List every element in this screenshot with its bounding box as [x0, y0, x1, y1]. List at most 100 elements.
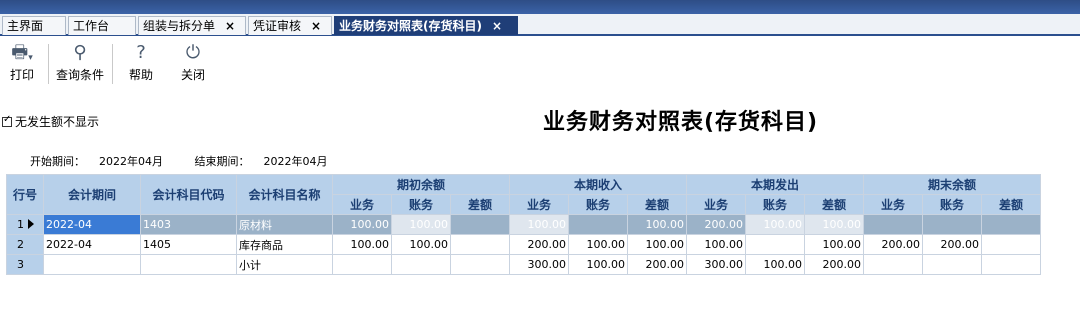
cell-value[interactable]: 200.00: [509, 234, 569, 255]
header-accounting: 账务: [922, 194, 982, 215]
close-button[interactable]: ⏻ 关闭: [170, 42, 216, 83]
end-period-label: 结束期间：: [194, 155, 250, 168]
query-label: 查询条件: [55, 68, 104, 82]
row-number: 2: [6, 234, 44, 255]
header-account-name: 会计科目名称: [236, 174, 333, 215]
cell-value[interactable]: 200.00: [686, 214, 746, 235]
cell-value[interactable]: [863, 214, 923, 235]
cell-value[interactable]: [863, 254, 923, 275]
tab-voucher-audit[interactable]: 凭证审核 ×: [248, 16, 332, 35]
table-row[interactable]: 3 小计 300.00 100.00 200.00 300.00 100.00 …: [6, 254, 1041, 275]
cell-value[interactable]: [981, 254, 1041, 275]
close-icon[interactable]: ×: [311, 19, 321, 33]
cell-account-name[interactable]: 小计: [236, 254, 333, 275]
tab-report[interactable]: 业务财务对照表(存货科目) ×: [334, 16, 518, 35]
search-icon: ⚲: [73, 42, 87, 63]
table-row[interactable]: 2 2022-04 1405 库存商品 100.00 100.00 200.00…: [6, 234, 1041, 255]
divider: [112, 44, 113, 84]
cell-value[interactable]: 100.00: [568, 254, 628, 275]
header-period-issue: 本期发出: [686, 174, 864, 195]
divider: [48, 44, 49, 84]
cell-value[interactable]: [450, 254, 510, 275]
cell-period[interactable]: 2022-04: [43, 214, 141, 235]
cell-account-code[interactable]: [140, 254, 237, 275]
header-business: 业务: [863, 194, 923, 215]
header-account-code: 会计科目代码: [140, 174, 237, 215]
close-icon[interactable]: ×: [492, 19, 502, 33]
cell-period[interactable]: 2022-04: [43, 234, 141, 255]
cell-value[interactable]: 200.00: [804, 254, 864, 275]
cell-value[interactable]: 100.00: [745, 254, 805, 275]
cell-value[interactable]: [981, 234, 1041, 255]
report-title: 业务财务对照表(存货科目): [543, 110, 819, 135]
cell-account-name[interactable]: 库存商品: [236, 234, 333, 255]
cell-value[interactable]: [568, 214, 628, 235]
cell-value[interactable]: 100.00: [686, 234, 746, 255]
cell-account-code[interactable]: 1403: [140, 214, 237, 235]
help-label: 帮助: [128, 68, 153, 82]
header-opening-balance: 期初余额: [332, 174, 510, 195]
header-business: 业务: [509, 194, 569, 215]
row-number: 1: [6, 214, 44, 235]
cell-value[interactable]: [332, 254, 392, 275]
cell-value[interactable]: 100.00: [332, 234, 392, 255]
toolbar: 🖶▾ 打印 ⚲ 查询条件 ? 帮助 ⏻ 关闭: [0, 38, 1080, 88]
header-accounting: 账务: [745, 194, 805, 215]
row-number: 3: [6, 254, 44, 275]
cell-value[interactable]: [391, 254, 451, 275]
tab-label: 业务财务对照表(存货科目): [339, 19, 482, 33]
end-period-value: 2022年04月: [263, 155, 328, 168]
cell-value[interactable]: 100.00: [627, 214, 687, 235]
tab-assembly[interactable]: 组装与拆分单 ×: [138, 16, 246, 35]
row-pointer-icon: [28, 219, 34, 229]
header-difference: 差额: [981, 194, 1041, 215]
cell-value[interactable]: 200.00: [627, 254, 687, 275]
header-period: 会计期间: [43, 174, 141, 215]
cell-value[interactable]: 100.00: [509, 214, 569, 235]
start-period-label: 开始期间：: [30, 155, 85, 168]
print-button[interactable]: 🖶▾ 打印: [0, 42, 44, 83]
header-business: 业务: [686, 194, 746, 215]
header-accounting: 账务: [568, 194, 628, 215]
cell-value[interactable]: 100.00: [568, 234, 628, 255]
hide-no-amount-checkbox[interactable]: 无发生额不显示: [2, 113, 99, 130]
cell-value[interactable]: 100.00: [804, 214, 864, 235]
header-difference: 差额: [627, 194, 687, 215]
cell-value[interactable]: 100.00: [745, 214, 805, 235]
cell-account-code[interactable]: 1405: [140, 234, 237, 255]
cell-value[interactable]: 100.00: [391, 214, 451, 235]
cell-account-name[interactable]: 原材料: [236, 214, 333, 235]
cell-value[interactable]: 200.00: [863, 234, 923, 255]
cell-value[interactable]: 100.00: [391, 234, 451, 255]
close-icon[interactable]: ×: [225, 19, 235, 33]
cell-value[interactable]: [745, 234, 805, 255]
app-banner: [0, 0, 1080, 14]
cell-value[interactable]: [450, 234, 510, 255]
tab-main[interactable]: 主界面: [2, 16, 66, 35]
cell-value[interactable]: 300.00: [509, 254, 569, 275]
close-label: 关闭: [180, 68, 205, 82]
cell-value[interactable]: [981, 214, 1041, 235]
tab-workbench[interactable]: 工作台: [68, 16, 136, 35]
cell-value[interactable]: 200.00: [922, 234, 982, 255]
checkbox-box[interactable]: [2, 114, 12, 127]
header-row-no: 行号: [6, 174, 44, 215]
cell-value[interactable]: 100.00: [804, 234, 864, 255]
print-label: 打印: [9, 68, 34, 82]
cell-value[interactable]: 100.00: [332, 214, 392, 235]
cell-period[interactable]: [43, 254, 141, 275]
cell-value[interactable]: 300.00: [686, 254, 746, 275]
help-button[interactable]: ? 帮助: [118, 42, 164, 83]
cell-value[interactable]: [922, 214, 982, 235]
table-row[interactable]: 1 2022-04 1403 原材料 100.00 100.00 100.00 …: [6, 214, 1041, 235]
cell-value[interactable]: [450, 214, 510, 235]
start-period-value: 2022年04月: [99, 155, 163, 168]
query-button[interactable]: ⚲ 查询条件: [52, 42, 108, 83]
header-business: 业务: [332, 194, 392, 215]
header-closing-balance: 期末余额: [863, 174, 1041, 195]
cell-value[interactable]: 100.00: [627, 234, 687, 255]
cell-value[interactable]: [922, 254, 982, 275]
help-icon: ?: [136, 42, 146, 63]
tab-bar: 主界面 工作台 组装与拆分单 × 凭证审核 × 业务财务对照表(存货科目) ×: [0, 14, 1080, 36]
header-difference: 差额: [450, 194, 510, 215]
